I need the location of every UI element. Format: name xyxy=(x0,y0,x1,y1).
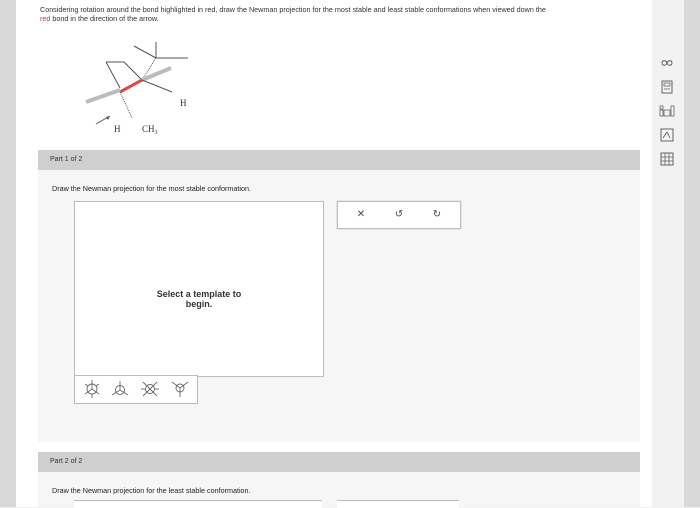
part-2-workspace[interactable] xyxy=(74,500,624,508)
infinity-icon[interactable] xyxy=(658,55,676,71)
newman-partial-icon[interactable] xyxy=(169,379,191,399)
reference-icon[interactable] xyxy=(658,127,676,143)
periodic-table-icon[interactable] xyxy=(658,103,676,119)
part-2-prompt: Draw the Newman projection for the least… xyxy=(52,486,251,495)
redo-button[interactable]: ↻ xyxy=(428,207,446,223)
part-1-label: Part 1 of 2 xyxy=(50,156,83,163)
right-margin xyxy=(684,0,700,507)
label-ch3: CH3 xyxy=(142,124,158,136)
highlighted-bond xyxy=(119,78,143,94)
canvas-message: Select a template to begin. xyxy=(156,289,242,309)
bond-shadow-left xyxy=(85,88,121,104)
question-line-1: Considering rotation around the bond hig… xyxy=(40,5,546,14)
label-h-right: H xyxy=(180,98,187,108)
bond-to-h xyxy=(141,79,173,93)
molecule-structure: H H CH3 xyxy=(85,42,188,136)
bond-left-cross xyxy=(123,61,143,81)
question-line-2: bond in the direction of the arrow. xyxy=(50,14,159,23)
newman-eclipsed-icon[interactable] xyxy=(109,379,131,399)
part-2-label: Part 2 of 2 xyxy=(50,458,83,465)
clear-button[interactable]: ✕ xyxy=(352,207,370,223)
undo-button[interactable]: ↺ xyxy=(390,207,408,223)
left-margin xyxy=(0,0,16,507)
part-1-prompt: Draw the Newman projection for the most … xyxy=(52,184,251,193)
edit-toolbar: ✕ ↺ ↻ xyxy=(337,201,461,229)
part-2-header: Part 2 of 2 xyxy=(38,452,640,472)
hashed-bond-lower xyxy=(119,91,133,119)
label-h-left: H xyxy=(114,124,121,134)
drawing-canvas[interactable]: Select a template to begin. xyxy=(74,201,324,377)
part-1-header: Part 1 of 2 xyxy=(38,150,640,170)
grid-icon[interactable] xyxy=(658,151,676,167)
question-red-word: red xyxy=(40,14,51,23)
bond-left-down xyxy=(105,61,121,89)
newman-staggered-alt-icon[interactable] xyxy=(139,379,161,399)
newman-staggered-icon[interactable] xyxy=(81,379,103,399)
app-frame: Considering rotation around the bond hig… xyxy=(0,0,700,508)
question-text: Considering rotation around the bond hig… xyxy=(40,5,640,23)
calculator-icon[interactable] xyxy=(658,79,676,95)
template-toolbar xyxy=(74,375,198,404)
bond-top-left xyxy=(133,45,157,59)
